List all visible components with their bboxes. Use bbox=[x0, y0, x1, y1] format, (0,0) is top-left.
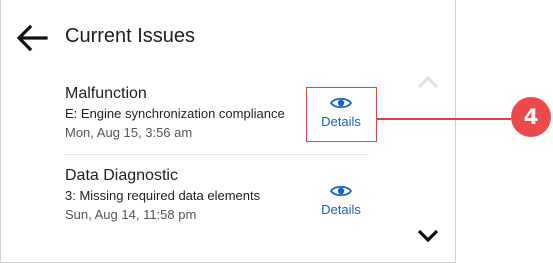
callout-badge: 4 bbox=[511, 97, 551, 137]
arrow-left-icon bbox=[16, 24, 48, 52]
screen: Current Issues Malfunction E: Engine syn… bbox=[0, 0, 553, 263]
issue-title: Data Diagnostic bbox=[65, 167, 178, 184]
chevron-up-icon bbox=[417, 75, 439, 89]
callout-highlight-box bbox=[306, 87, 377, 142]
callout-line bbox=[377, 118, 511, 120]
back-button[interactable] bbox=[15, 23, 49, 53]
current-issues-panel: Current Issues Malfunction E: Engine syn… bbox=[0, 0, 456, 263]
page-title: Current Issues bbox=[65, 25, 196, 47]
scroll-up-button[interactable] bbox=[415, 72, 441, 92]
chevron-down-icon bbox=[417, 229, 439, 243]
scroll-down-button[interactable] bbox=[415, 225, 441, 245]
details-button[interactable]: Details bbox=[312, 184, 370, 220]
eye-icon bbox=[330, 185, 352, 197]
details-label: Details bbox=[321, 202, 361, 217]
divider bbox=[65, 154, 369, 155]
